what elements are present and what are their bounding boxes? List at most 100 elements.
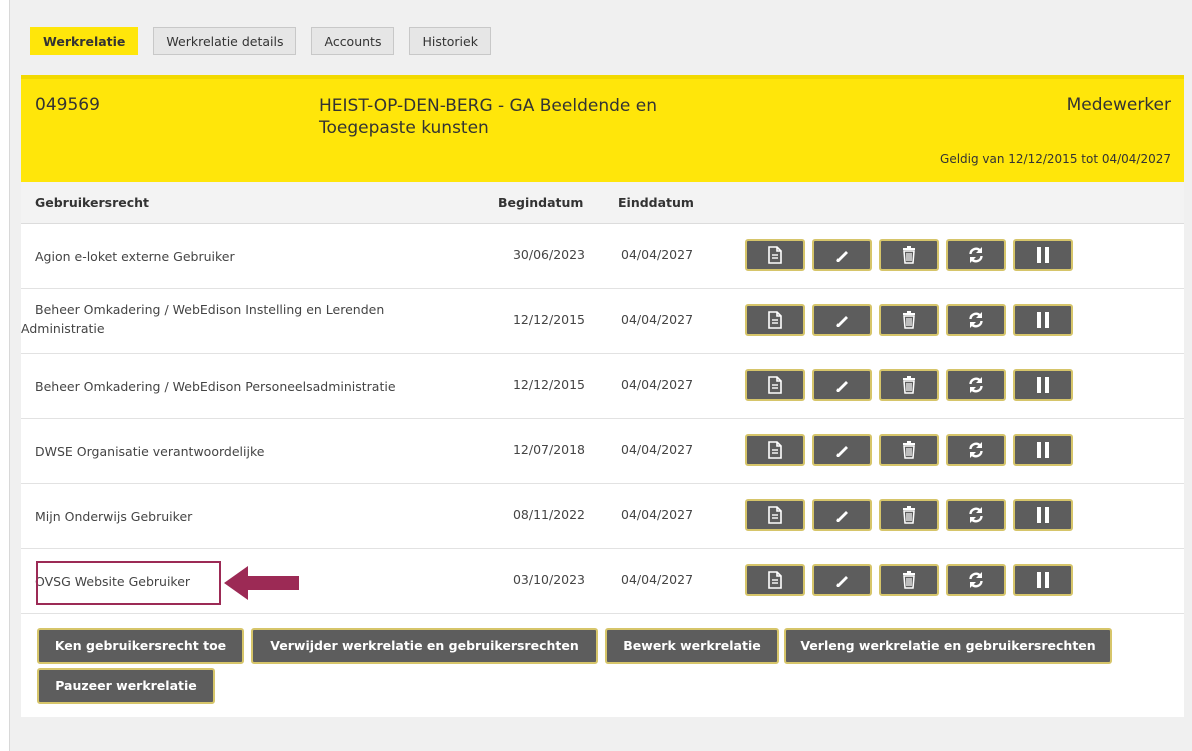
document-icon	[767, 506, 783, 524]
delete-button[interactable]	[879, 239, 939, 271]
renew-button[interactable]	[946, 239, 1006, 271]
row-right-name: Agion e-loket externe Gebruiker	[35, 249, 235, 264]
view-button[interactable]	[745, 304, 805, 336]
pause-button[interactable]	[1013, 369, 1073, 401]
row-end-date: 04/04/2027	[621, 442, 694, 457]
pause-icon	[1035, 571, 1051, 589]
table-row: DWSE Organisatie verantwoordelijke 12/07/…	[21, 419, 1184, 484]
delete-button[interactable]	[879, 499, 939, 531]
table-row: Beheer Omkadering / WebEdison Personeels…	[21, 354, 1184, 419]
highlight-box	[36, 561, 221, 605]
row-end-date: 04/04/2027	[621, 377, 694, 392]
edit-button[interactable]	[812, 499, 872, 531]
row-actions	[745, 434, 1073, 466]
renew-button[interactable]	[946, 304, 1006, 336]
row-begin-date: 12/12/2015	[512, 312, 585, 327]
pause-button[interactable]	[1013, 564, 1073, 596]
document-icon	[767, 376, 783, 394]
column-header-right: Gebruikersrecht	[35, 195, 150, 210]
pencil-icon	[833, 441, 851, 459]
delete-button[interactable]	[879, 564, 939, 596]
trash-icon	[902, 246, 916, 264]
row-end-date: 04/04/2027	[621, 507, 694, 522]
row-actions	[745, 369, 1073, 401]
assign-right-button[interactable]: Ken gebruikersrecht toe	[37, 628, 244, 664]
pause-button[interactable]	[1013, 434, 1073, 466]
validity-period: Geldig van 12/12/2015 tot 04/04/2027	[940, 152, 1171, 166]
pause-button[interactable]	[1013, 304, 1073, 336]
institution-name: HEIST-OP-DEN-BERG - GA Beeldende en Toeg…	[319, 96, 657, 138]
refresh-icon	[967, 441, 985, 459]
extend-relation-button[interactable]: Verleng werkrelatie en gebruikersrechten	[784, 628, 1112, 664]
renew-button[interactable]	[946, 434, 1006, 466]
left-sidebar-edge	[0, 0, 10, 751]
refresh-icon	[967, 506, 985, 524]
row-begin-date: 03/10/2023	[512, 572, 585, 587]
renew-button[interactable]	[946, 369, 1006, 401]
tab-accounts[interactable]: Accounts	[311, 27, 395, 55]
edit-button[interactable]	[812, 564, 872, 596]
renew-button[interactable]	[946, 499, 1006, 531]
relation-header: 049569 HEIST-OP-DEN-BERG - GA Beeldende …	[21, 75, 1184, 182]
table-row: Mijn Onderwijs Gebruiker 08/11/2022 04/04/…	[21, 484, 1184, 549]
row-end-date: 04/04/2027	[621, 312, 694, 327]
pause-relation-button[interactable]: Pauzeer werkrelatie	[37, 668, 215, 704]
delete-button[interactable]	[879, 369, 939, 401]
row-begin-date: 08/11/2022	[512, 507, 585, 522]
tab-werkrelatie[interactable]: Werkrelatie	[30, 27, 139, 55]
document-icon	[767, 571, 783, 589]
pause-icon	[1035, 441, 1051, 459]
row-actions	[745, 564, 1073, 596]
pencil-icon	[833, 311, 851, 329]
row-begin-date: 12/12/2015	[512, 377, 585, 392]
trash-icon	[902, 441, 916, 459]
edit-button[interactable]	[812, 239, 872, 271]
table-row: Agion e-loket externe Gebruiker 30/06/202…	[21, 224, 1184, 289]
table-header: Gebruikersrecht Begindatum Einddatum	[21, 182, 1184, 224]
delete-relation-button[interactable]: Verwijder werkrelatie en gebruikersrecht…	[251, 628, 598, 664]
column-header-end: Einddatum	[618, 195, 694, 210]
delete-button[interactable]	[879, 304, 939, 336]
pencil-icon	[833, 246, 851, 264]
renew-button[interactable]	[946, 564, 1006, 596]
refresh-icon	[967, 376, 985, 394]
view-button[interactable]	[745, 434, 805, 466]
pause-icon	[1035, 506, 1051, 524]
view-button[interactable]	[745, 239, 805, 271]
trash-icon	[902, 571, 916, 589]
table-row: Beheer Omkadering / WebEdison Instelling…	[21, 289, 1184, 354]
row-actions	[745, 304, 1073, 336]
view-button[interactable]	[745, 564, 805, 596]
work-relation-panel: 049569 HEIST-OP-DEN-BERG - GA Beeldende …	[21, 75, 1184, 717]
role-label: Medewerker	[1066, 95, 1171, 115]
row-end-date: 04/04/2027	[621, 572, 694, 587]
pause-button[interactable]	[1013, 239, 1073, 271]
tab-historiek[interactable]: Historiek	[409, 27, 491, 55]
institution-code: 049569	[35, 95, 100, 115]
pencil-icon	[833, 506, 851, 524]
row-begin-date: 12/07/2018	[512, 442, 585, 457]
pencil-icon	[833, 571, 851, 589]
edit-button[interactable]	[812, 369, 872, 401]
pause-icon	[1035, 311, 1051, 329]
tab-werkrelatie-details[interactable]: Werkrelatie details	[153, 27, 297, 55]
trash-icon	[902, 376, 916, 394]
tab-bar: Werkrelatie Werkrelatie details Accounts…	[30, 27, 491, 57]
pause-icon	[1035, 246, 1051, 264]
pencil-icon	[833, 376, 851, 394]
trash-icon	[902, 311, 916, 329]
pause-icon	[1035, 376, 1051, 394]
view-button[interactable]	[745, 499, 805, 531]
edit-relation-button[interactable]: Bewerk werkrelatie	[605, 628, 779, 664]
refresh-icon	[967, 246, 985, 264]
pause-button[interactable]	[1013, 499, 1073, 531]
row-right-name: Beheer Omkadering / WebEdison Personeels…	[35, 379, 396, 394]
row-end-date: 04/04/2027	[621, 247, 694, 262]
delete-button[interactable]	[879, 434, 939, 466]
row-right-name: DWSE Organisatie verantwoordelijke	[35, 444, 265, 459]
row-actions	[745, 499, 1073, 531]
edit-button[interactable]	[812, 434, 872, 466]
edit-button[interactable]	[812, 304, 872, 336]
view-button[interactable]	[745, 369, 805, 401]
refresh-icon	[967, 571, 985, 589]
